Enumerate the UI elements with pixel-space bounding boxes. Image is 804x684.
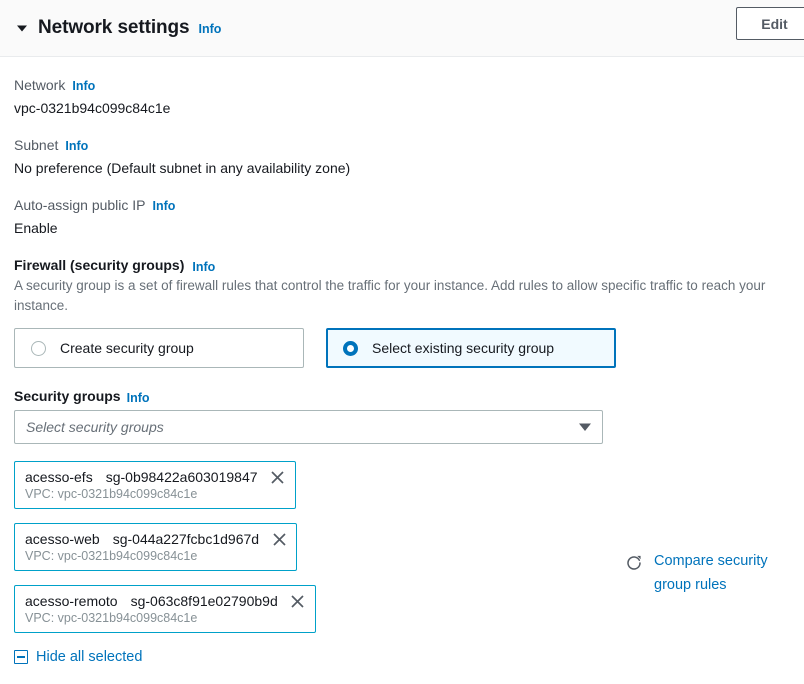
security-group-id: sg-044a227fcbc1d967d	[112, 531, 260, 548]
section-label-security-groups: Security groups Info	[14, 388, 790, 405]
close-icon[interactable]	[271, 531, 287, 547]
security-group-name: acesso-web	[25, 531, 100, 548]
panel-header: Network settings Info Edit	[0, 0, 804, 57]
field-value-subnet: No preference (Default subnet in any ava…	[14, 160, 351, 176]
field-value-network: vpc-0321b94c099c84c1e	[14, 100, 171, 116]
hide-all-selected-label: Hide all selected	[36, 649, 143, 666]
radio-select-existing-security-group[interactable]	[343, 340, 358, 356]
table-row: acesso-remoto sg-063c8f91e02790b9d VPC: …	[14, 585, 316, 634]
caret-down-icon[interactable]	[14, 20, 30, 36]
field-value-auto-assign-public-ip: Enable	[14, 220, 58, 236]
section-label-firewall: Firewall (security groups) Info	[14, 257, 790, 274]
table-row: acesso-web sg-044a227fcbc1d967d VPC: vpc…	[14, 523, 298, 572]
network-settings-panel: Network settings Info Edit Network Info …	[0, 0, 804, 684]
info-link-auto-assign-public-ip[interactable]: Info	[153, 199, 176, 213]
field-label-network-text: Network	[14, 77, 66, 93]
security-groups-select-placeholder: Select security groups	[26, 419, 164, 436]
security-group-vpc: VPC: vpc-0321b94c099c84c1e	[25, 487, 198, 502]
security-group-name: acesso-remoto	[25, 593, 118, 610]
security-groups-select[interactable]: Select security groups	[14, 410, 603, 445]
refresh-icon[interactable]	[625, 554, 643, 572]
info-link-firewall[interactable]: Info	[192, 260, 215, 274]
table-row: acesso-efs sg-0b98422a603019847 VPC: vpc…	[14, 461, 296, 510]
compare-security-group-rules-link[interactable]: Compare security group rules	[654, 550, 784, 597]
field-label-subnet: Subnet Info	[14, 137, 790, 153]
radio-tile-create-security-group[interactable]: Create security group	[14, 328, 304, 369]
field-label-auto-assign-public-ip: Auto-assign public IP Info	[14, 197, 790, 213]
firewall-description: A security group is a set of firewall ru…	[14, 278, 766, 313]
radio-tile-create-security-group-label: Create security group	[60, 340, 194, 357]
compare-security-group-rules[interactable]: Compare security group rules	[625, 550, 804, 597]
security-group-name: acesso-efs	[25, 469, 93, 486]
field-label-subnet-text: Subnet	[14, 137, 59, 153]
radio-tile-select-existing-security-group[interactable]: Select existing security group	[326, 328, 616, 369]
minus-square-icon[interactable]	[14, 650, 28, 665]
close-icon[interactable]	[290, 593, 306, 609]
radio-tile-select-existing-security-group-label: Select existing security group	[372, 340, 555, 357]
panel-body: Network Info vpc-0321b94c099c84c1e Subne…	[0, 57, 804, 665]
info-link-network-settings[interactable]: Info	[199, 22, 222, 36]
security-group-vpc: VPC: vpc-0321b94c099c84c1e	[25, 549, 198, 564]
radio-create-security-group[interactable]	[31, 340, 46, 356]
security-group-id: sg-0b98422a603019847	[105, 469, 258, 486]
page-title: Network settings	[38, 17, 190, 38]
field-label-auto-assign-public-ip-text: Auto-assign public IP	[14, 197, 146, 213]
close-icon[interactable]	[270, 469, 286, 485]
field-label-network: Network Info	[14, 77, 790, 93]
info-link-subnet[interactable]: Info	[65, 139, 88, 153]
section-label-firewall-text: Firewall (security groups)	[14, 257, 185, 273]
security-group-vpc: VPC: vpc-0321b94c099c84c1e	[25, 611, 198, 626]
info-link-network[interactable]: Info	[72, 79, 95, 93]
firewall-option-group: Create security group Select existing se…	[14, 328, 790, 369]
section-label-security-groups-text: Security groups	[14, 388, 121, 405]
selected-security-groups-area: acesso-efs sg-0b98422a603019847 VPC: vpc…	[14, 461, 790, 665]
security-group-id: sg-063c8f91e02790b9d	[130, 593, 278, 610]
hide-all-selected-toggle[interactable]: Hide all selected	[14, 649, 142, 665]
chevron-down-icon[interactable]	[578, 422, 592, 432]
edit-button[interactable]: Edit	[736, 7, 804, 40]
info-link-security-groups[interactable]: Info	[127, 391, 150, 405]
